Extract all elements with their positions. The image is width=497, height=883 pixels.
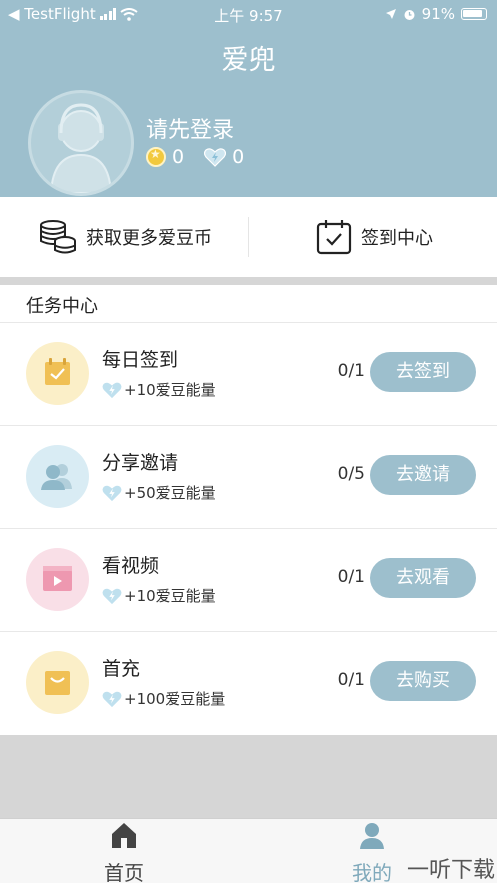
- tab-home[interactable]: 首页: [64, 821, 184, 883]
- coins-stack-icon: [40, 220, 76, 254]
- task-name: 看视频: [102, 555, 160, 577]
- task-icon-bg: [26, 445, 89, 508]
- empty-area: [0, 736, 497, 818]
- task-reward-text: +100爱豆能量: [124, 690, 226, 708]
- battery-icon: [461, 8, 487, 20]
- task-name: 分享邀请: [102, 452, 179, 474]
- task-icon-bg: [26, 342, 89, 405]
- divider: [248, 217, 249, 257]
- checkin-button[interactable]: 去签到: [370, 352, 476, 392]
- energy-heart-icon: [204, 148, 227, 167]
- task-reward: +10爱豆能量: [102, 379, 216, 400]
- task-name: 首充: [102, 658, 141, 680]
- battery-percent: 91%: [421, 5, 455, 23]
- action-row: 获取更多爱豆币 签到中心: [0, 197, 497, 277]
- energy-count: 0: [232, 146, 245, 168]
- task-item-watch-video: 看视频 +10爱豆能量 0/1 去观看: [0, 529, 497, 632]
- task-reward-text: +10爱豆能量: [124, 381, 216, 399]
- task-reward: +10爱豆能量: [102, 585, 216, 606]
- task-reward-text: +50爱豆能量: [124, 484, 216, 502]
- avatar-icon: [49, 103, 113, 193]
- get-coins-label: 获取更多爱豆币: [86, 228, 212, 249]
- location-icon: [385, 9, 396, 19]
- login-prompt[interactable]: 请先登录: [146, 112, 234, 144]
- task-item-daily-checkin: 每日签到 +10爱豆能量 0/1 去签到: [0, 323, 497, 426]
- home-icon: [112, 823, 136, 848]
- checkin-center-button[interactable]: 签到中心: [315, 197, 433, 277]
- get-coins-button[interactable]: 获取更多爱豆币: [38, 197, 212, 277]
- energy-heart-icon: [102, 691, 122, 707]
- energy-heart-icon: [102, 382, 122, 398]
- task-progress: 0/5: [337, 464, 365, 484]
- task-progress: 0/1: [337, 567, 365, 587]
- watch-button[interactable]: 去观看: [370, 558, 476, 598]
- coin-icon: [146, 147, 166, 167]
- tab-home-label: 首页: [104, 861, 144, 883]
- section-gap: [0, 277, 497, 285]
- calendar-check-icon: [316, 220, 352, 255]
- watermark: 一听下载: [406, 858, 495, 883]
- alarm-icon: [404, 9, 415, 20]
- checkin-center-label: 签到中心: [361, 228, 433, 249]
- profile-header: ◀ TestFlight 上午 9:57 91% 爱兜 请先登录 0 0: [0, 0, 497, 197]
- task-icon-bg: [26, 651, 89, 714]
- coin-count: 0: [172, 146, 185, 168]
- task-center-title: 任务中心: [26, 296, 98, 317]
- status-bar: ◀ TestFlight 上午 9:57 91%: [0, 0, 497, 28]
- task-reward: +50爱豆能量: [102, 482, 216, 503]
- task-icon-bg: [26, 548, 89, 611]
- task-name: 每日签到: [102, 349, 179, 371]
- buy-button[interactable]: 去购买: [370, 661, 476, 701]
- task-progress: 0/1: [337, 361, 365, 381]
- shopping-bag-icon: [45, 671, 70, 695]
- task-center-header: 任务中心: [0, 285, 497, 323]
- page-title: 爱兜: [221, 45, 276, 76]
- video-icon: [43, 566, 72, 591]
- energy-heart-icon: [102, 588, 122, 604]
- task-progress: 0/1: [337, 670, 365, 690]
- invite-button[interactable]: 去邀请: [370, 455, 476, 495]
- task-reward: +100爱豆能量: [102, 688, 225, 709]
- user-icon: [360, 823, 384, 849]
- avatar[interactable]: [28, 90, 134, 196]
- task-item-first-recharge: 首充 +100爱豆能量 0/1 去购买: [0, 632, 497, 735]
- calendar-icon: [45, 358, 70, 385]
- task-item-share-invite: 分享邀请 +50爱豆能量 0/5 去邀请: [0, 426, 497, 529]
- users-icon: [41, 464, 72, 490]
- task-reward-text: +10爱豆能量: [124, 587, 216, 605]
- energy-heart-icon: [102, 485, 122, 501]
- user-stats: 0 0: [146, 146, 244, 168]
